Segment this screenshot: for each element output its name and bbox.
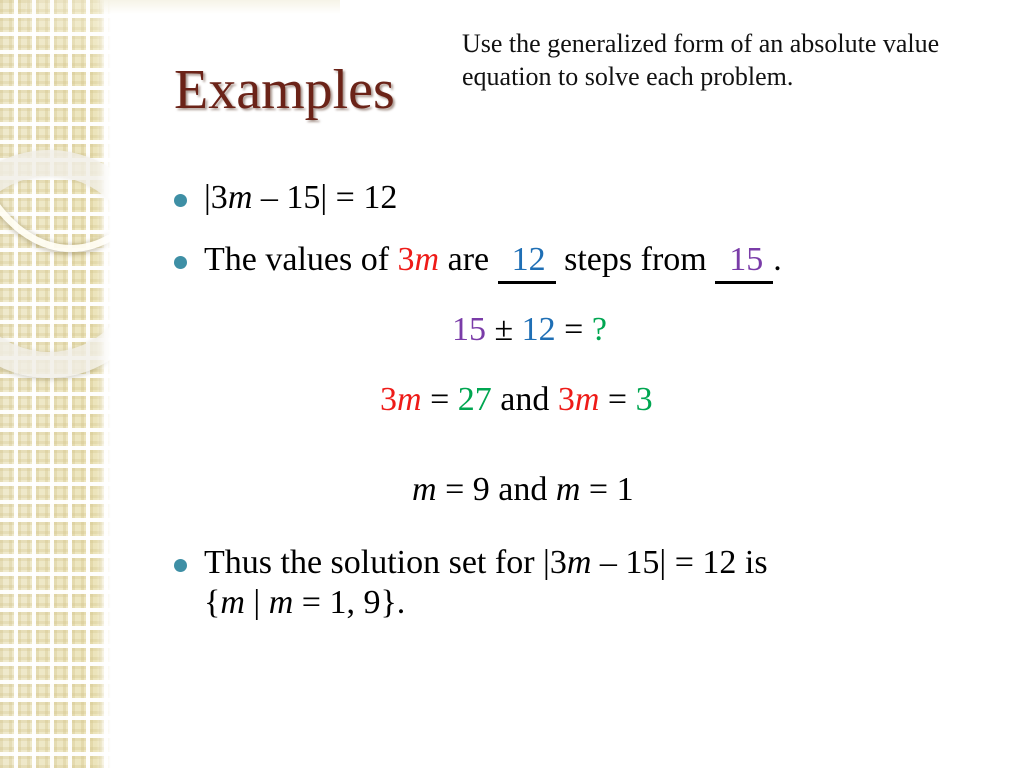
work2-conjunction: and [491,381,558,418]
values-lead: The values of [204,241,398,278]
work2-equals-1: = [421,381,458,418]
values-sentence-text: The values of 3m are 12 steps from 15. [204,240,782,285]
work3-middle: = 9 and [436,471,556,508]
solution-set-open: { [204,584,221,622]
work2-lhs2-variable: m [574,381,600,418]
work2-equals-2: = [599,381,636,418]
work3-variable-1: m [412,471,437,508]
work1-equals: = [555,311,592,348]
work2-lhs1-variable: m [397,381,422,418]
work1-distance: 12 [521,311,556,348]
work-line-center-plus-minus: 15 ± 12 = ? [452,311,607,349]
work-line-m-results: m = 9 and m = 1 [412,471,634,509]
work1-center: 15 [452,311,486,348]
work2-lhs2-coefficient: 3 [557,381,575,418]
bullet-item-solution-set: Thus the solution set for |3m – 15| = 12… [174,543,1004,623]
work3-variable-2: m [555,471,581,508]
solution-lead: Thus the solution set for |3 [204,544,567,581]
work3-tail: = 1 [580,471,634,508]
blank-distance: 12 [497,240,556,285]
work-line-three-m-results: 3m = 27 and 3m = 3 [380,381,653,419]
solution-middle: – 15| = 12 is [591,544,768,581]
values-period: . [773,241,782,278]
solution-variable: m [566,544,592,581]
bullet-equation-text: |3m – 15| = 12 [204,178,397,218]
equation-prefix: |3 [204,179,228,216]
solution-set-variable-1: m [220,584,245,622]
values-coefficient: 3 [397,241,415,278]
solution-set-pipe: | [244,584,269,622]
work2-rhs2: 3 [635,381,653,418]
values-variable: m [414,241,440,278]
equation-suffix: – 15| = 12 [252,179,398,216]
bullet-item-equation: |3m – 15| = 12 [174,178,397,218]
slide-subtitle: Use the generalized form of an absolute … [462,29,940,91]
bullet-dot-icon [174,256,187,269]
bullet-dot-icon [174,194,187,207]
bullet-item-values-sentence: The values of 3m are 12 steps from 15. [174,240,1004,285]
sidebar-edge-fade [96,0,112,768]
solution-set-text: Thus the solution set for |3m – 15| = 12… [204,543,768,623]
work1-result: ? [591,311,607,348]
blank-center: 15 [715,240,774,285]
work2-rhs1: 27 [457,381,492,418]
page-title: Examples [174,59,395,121]
solution-set-rest: = 1, 9}. [293,584,406,622]
solution-set-variable-2: m [268,584,294,622]
values-steps-from: steps from [555,241,716,278]
work2-lhs1-coefficient: 3 [380,381,397,418]
equation-variable: m [227,179,253,216]
work1-plus-minus: ± [486,311,522,348]
values-are: are [439,241,498,278]
slide-content: Examples Use the generalized form of an … [112,0,1024,768]
bullet-dot-icon [174,559,187,572]
decorative-sidebar [0,0,112,768]
